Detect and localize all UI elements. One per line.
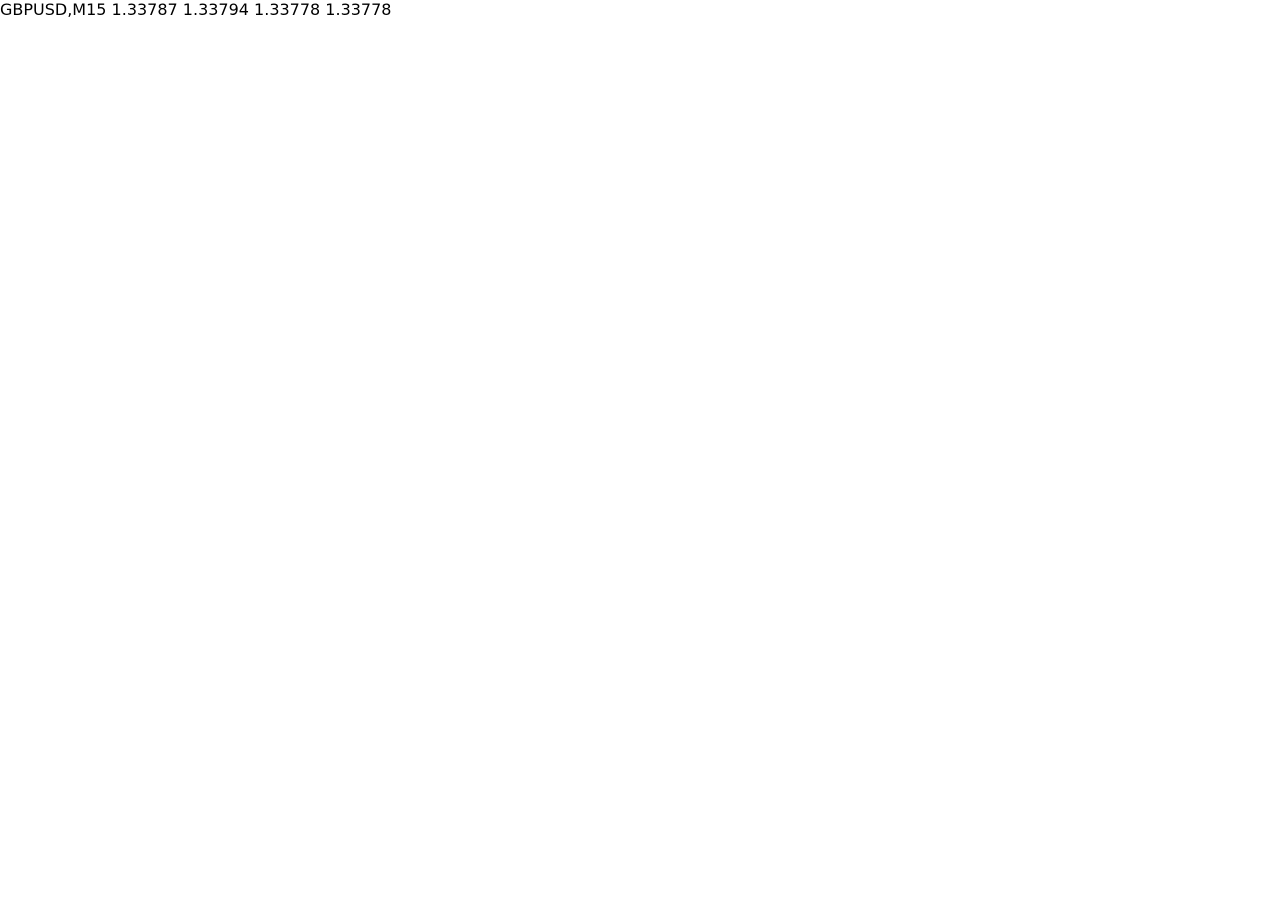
chart-title: GBPUSD,M15 1.33787 1.33794 1.33778 1.337… bbox=[0, 0, 392, 19]
chart-window: GBPUSD,M15 1.33787 1.33794 1.33778 1.337… bbox=[0, 0, 1280, 19]
